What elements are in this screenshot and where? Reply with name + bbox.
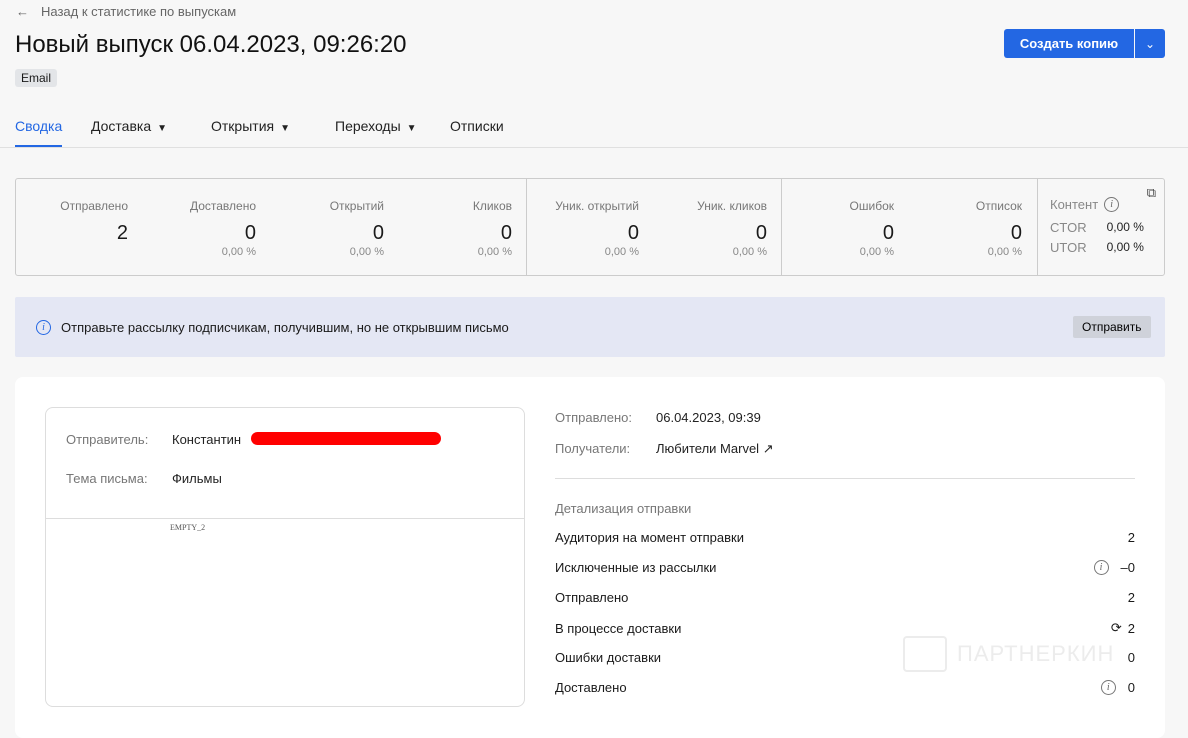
stat-value: 0 bbox=[755, 222, 767, 244]
stat-1: Доставлено 0 0,00 % bbox=[136, 179, 256, 275]
detail-row: Аудитория на момент отправки 2 bbox=[555, 530, 1135, 545]
page-title: Новый выпуск 06.04.2023, 09:26:20 bbox=[15, 31, 407, 58]
copy-dropdown-button[interactable]: ⌄ bbox=[1135, 29, 1165, 58]
tabs: Сводка Доставка ▼ Открытия ▼ Переходы ▼ Отп… bbox=[0, 110, 1188, 148]
external-link-icon: ↗ bbox=[762, 441, 774, 456]
stat-5: Уник. кликов 0 0,00 % bbox=[647, 179, 767, 275]
create-copy-button[interactable]: Создать копию bbox=[1004, 29, 1134, 58]
stat-label: Кликов bbox=[472, 199, 512, 213]
stat-percent: 0,00 % bbox=[732, 246, 767, 258]
stat-label: Уник. кликов bbox=[697, 199, 767, 213]
chevron-down-icon: ⌄ bbox=[1144, 36, 1156, 51]
stat-value: 0 bbox=[244, 222, 256, 244]
channel-badge: Email bbox=[15, 69, 58, 87]
watermark: ПАРТНЕРКИН bbox=[903, 636, 1114, 672]
divider bbox=[46, 518, 524, 519]
stat-value: 0 bbox=[882, 222, 894, 244]
detail-row: Отправлено 2 bbox=[555, 590, 1135, 605]
divider bbox=[526, 179, 527, 275]
info-icon: i bbox=[36, 320, 51, 335]
stats-panel: Отправлено 2 Доставлено 0 0,00 % Открытий 0 0,0… bbox=[15, 178, 1165, 276]
stat-label: Ошибок bbox=[849, 199, 894, 213]
stat-label: Доставлено bbox=[189, 199, 256, 213]
info-icon[interactable]: i bbox=[1100, 680, 1116, 695]
divider bbox=[781, 179, 782, 275]
tab-unsubscribes[interactable]: Отписки bbox=[450, 118, 504, 134]
recipients-link[interactable]: Любители Marvel ↗ bbox=[656, 441, 774, 457]
content-metrics: Контент i CTOR 0,00 % UTOR 0,00 % bbox=[1050, 197, 1144, 255]
letter-preview: Отправитель: Константин Тема письма: Фил… bbox=[45, 407, 525, 707]
stat-percent: 0,00 % bbox=[221, 246, 256, 258]
detail-row: В процессе доставки ⟳ 2 bbox=[555, 620, 1135, 636]
arrow-left-icon: ← bbox=[16, 4, 29, 19]
copy-icon[interactable]: ⧉ bbox=[1147, 185, 1156, 201]
stat-label: Отписок bbox=[975, 199, 1022, 213]
tab-opens[interactable]: Открытия ▼ bbox=[211, 118, 290, 134]
stat-label: Уник. открытий bbox=[555, 199, 639, 213]
chevron-down-icon: ▼ bbox=[280, 123, 290, 134]
stat-label: Открытий bbox=[329, 199, 384, 213]
stat-label: Отправлено bbox=[60, 199, 128, 213]
stat-value: 0 bbox=[1010, 222, 1022, 244]
refresh-icon[interactable]: ⟳ bbox=[1111, 620, 1122, 636]
stat-0: Отправлено 2 bbox=[8, 179, 128, 275]
chevron-down-icon: ▼ bbox=[157, 123, 168, 134]
chevron-down-icon: ▼ bbox=[406, 123, 417, 134]
stat-percent: 0,00 % bbox=[477, 246, 512, 258]
stat-3: Кликов 0 0,00 % bbox=[392, 179, 512, 275]
detail-row: Исключенные из рассылки i –0 bbox=[555, 560, 1135, 575]
tab-clicks[interactable]: Переходы ▼ bbox=[335, 118, 417, 134]
info-icon[interactable]: i bbox=[1093, 560, 1109, 575]
tab-summary[interactable]: Сводка bbox=[15, 118, 63, 147]
divider bbox=[555, 478, 1135, 479]
stat-percent: 0,00 % bbox=[987, 246, 1022, 258]
info-icon[interactable]: i bbox=[1104, 197, 1120, 212]
redaction-mark bbox=[251, 432, 441, 445]
logo-icon bbox=[903, 636, 947, 672]
stat-percent: 0,00 % bbox=[604, 246, 639, 258]
info-banner: i Отправьте рассылку подписчикам, получи… bbox=[15, 297, 1165, 357]
stat-7: Отписок 0 0,00 % bbox=[902, 179, 1022, 275]
detail-row: Доставлено i 0 bbox=[555, 680, 1135, 695]
stat-value: 0 bbox=[627, 222, 639, 244]
back-link[interactable]: ← Назад к статистике по выпускам bbox=[16, 4, 236, 19]
stat-2: Открытий 0 0,00 % bbox=[264, 179, 384, 275]
tab-delivery[interactable]: Доставка ▼ bbox=[91, 118, 167, 134]
stat-value: 0 bbox=[372, 222, 384, 244]
stat-value: 0 bbox=[500, 222, 512, 244]
stat-percent: 0,00 % bbox=[349, 246, 384, 258]
send-button[interactable]: Отправить bbox=[1073, 316, 1151, 338]
stat-percent: 0,00 % bbox=[859, 246, 894, 258]
divider bbox=[1037, 179, 1038, 275]
stat-6: Ошибок 0 0,00 % bbox=[774, 179, 894, 275]
stat-value: 2 bbox=[116, 222, 128, 244]
stat-4: Уник. открытий 0 0,00 % bbox=[519, 179, 639, 275]
